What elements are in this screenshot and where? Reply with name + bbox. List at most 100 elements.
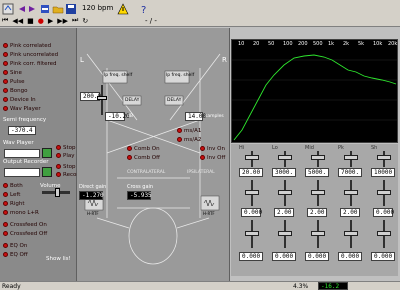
radio-pulse[interactable]: Pulse <box>3 79 24 85</box>
eq-band: Hi 20.00 0.000 0.000 <box>237 144 265 276</box>
radio-device-in[interactable]: Device In <box>3 97 36 103</box>
open-folder-icon[interactable] <box>52 3 64 15</box>
comb-off[interactable]: Comb Off <box>127 155 160 161</box>
led-icon <box>3 106 8 111</box>
eq-freq-slider-thumb[interactable] <box>311 155 325 160</box>
loop-toggle-icon[interactable]: ↻ <box>82 17 88 25</box>
end-icon[interactable]: ⏭ <box>72 16 78 25</box>
lp-freq-slider-thumb[interactable] <box>97 96 107 100</box>
crossfeed-on[interactable]: Crossfeed On <box>3 222 47 228</box>
wav-stop-button[interactable]: Stop <box>56 145 76 151</box>
eq-q-input[interactable]: 2.00 <box>274 208 294 217</box>
radio-bongo[interactable]: Bongo <box>3 88 27 94</box>
eq-freq-slider-thumb[interactable] <box>245 155 259 160</box>
eq-gain-input[interactable]: 0.000 <box>371 252 395 261</box>
eq-q-slider-thumb[interactable] <box>377 190 391 195</box>
ms-a[interactable]: ms/A1 <box>177 128 201 134</box>
eq-band: Sh 10000 0.000 0.000 <box>369 144 397 276</box>
show-button[interactable]: Show lis! <box>46 256 71 262</box>
inv-off[interactable]: Inv Off <box>200 155 225 161</box>
eq-q-input[interactable]: 2.00 <box>340 208 360 217</box>
led-icon <box>3 43 8 48</box>
forward-arrow-icon[interactable] <box>27 3 39 15</box>
eq-q-slider-thumb[interactable] <box>344 190 358 195</box>
toolbar: 120 bpm ? ⏮ ◀◀ ■ ● ▶ ▶▶ ⏭ ↻ - / - <box>0 0 400 27</box>
eq-freq-input[interactable]: 7000. <box>338 168 362 177</box>
eq-q-input[interactable]: 0.000 <box>241 208 262 217</box>
delay-samples-input[interactable]: 14.00 <box>185 112 206 121</box>
led-icon <box>3 222 8 227</box>
gain-input[interactable]: -10.20 <box>105 112 130 121</box>
browse-wav-icon[interactable] <box>42 148 52 158</box>
warning-icon[interactable] <box>117 3 129 15</box>
fast-forward-icon[interactable]: ▶▶ <box>57 17 68 25</box>
back-arrow-icon[interactable] <box>15 3 27 15</box>
eq-gain-slider-thumb[interactable] <box>278 231 292 236</box>
inv-on[interactable]: Inv On <box>200 146 225 152</box>
save-icon[interactable] <box>65 3 77 15</box>
db-label: dB <box>127 114 133 119</box>
radio-right[interactable]: Right <box>3 201 24 207</box>
hrtf-right-label: H-RTF <box>203 211 215 216</box>
crossfeed-off[interactable]: Crossfeed Off <box>3 231 47 237</box>
loop-icon[interactable] <box>2 3 14 15</box>
lp-freq-slider[interactable] <box>101 85 103 115</box>
radio-pink-uncorrelated[interactable]: Pink uncorrelated <box>3 52 58 58</box>
output-recorder-label: Output Recorder <box>3 159 49 165</box>
browse-record-icon[interactable] <box>42 167 52 177</box>
play-icon[interactable]: ▶ <box>48 17 53 25</box>
radio-pink-correlated[interactable]: Pink correlated <box>3 43 51 49</box>
radio-left[interactable]: Left <box>3 192 20 198</box>
eq-freq-slider-thumb[interactable] <box>278 155 292 160</box>
wav-play-button[interactable]: Play <box>56 153 74 159</box>
radio-sine[interactable]: Sine <box>3 70 22 76</box>
direct-gain-input[interactable]: -1.270 <box>79 191 104 200</box>
eq-on[interactable]: EQ On <box>3 243 27 249</box>
eq-gain-input[interactable]: 0.000 <box>305 252 329 261</box>
rewind-icon[interactable]: ⏮ <box>2 16 8 25</box>
eq-q-input[interactable]: 2.00 <box>307 208 327 217</box>
eq-gain-input[interactable]: 0.000 <box>338 252 362 261</box>
led-icon <box>3 183 8 188</box>
radio-wav-player[interactable]: Wav Player <box>3 106 41 112</box>
wav-file-field[interactable] <box>4 149 40 158</box>
eq-freq-slider-thumb[interactable] <box>377 155 391 160</box>
eq-gain-slider-thumb[interactable] <box>344 231 358 236</box>
eq-band: Pk 7000. 2.00 0.000 <box>336 144 364 276</box>
led-icon <box>3 192 8 197</box>
eq-q-slider-thumb[interactable] <box>311 190 325 195</box>
eq-off[interactable]: EQ Off <box>3 252 28 258</box>
radio-both[interactable]: Both <box>3 183 23 189</box>
eq-freq-input[interactable]: 3000. <box>272 168 296 177</box>
delay-left-label: DELAY <box>125 98 140 103</box>
radio-mono[interactable]: mono L+R <box>3 210 39 216</box>
eq-freq-input[interactable]: 5000. <box>305 168 329 177</box>
eq-q-slider-thumb[interactable] <box>278 190 292 195</box>
eq-gain-input[interactable]: 0.000 <box>239 252 263 261</box>
help-icon[interactable]: ? <box>138 3 150 15</box>
rec-stop-button[interactable]: Stop <box>56 164 76 170</box>
eq-gain-slider-thumb[interactable] <box>311 231 325 236</box>
lp-right-label: lp freq. shelf <box>166 73 195 78</box>
volume-slider-thumb[interactable] <box>55 188 60 197</box>
comb-on[interactable]: Comb On <box>127 146 160 152</box>
eq-freq-slider-thumb[interactable] <box>344 155 358 160</box>
eq-gain-slider-thumb[interactable] <box>377 231 391 236</box>
eq-q-slider-thumb[interactable] <box>245 190 259 195</box>
eq-gain-input[interactable]: 0.000 <box>272 252 296 261</box>
step-back-icon[interactable]: ◀◀ <box>12 17 23 25</box>
eq-gain-slider-thumb[interactable] <box>245 231 259 236</box>
led-icon <box>3 243 8 248</box>
cross-gain-input[interactable]: -5.935 <box>127 191 152 200</box>
new-file-icon[interactable] <box>39 3 51 15</box>
semitone-input[interactable]: -370.4 <box>8 126 36 135</box>
eq-freq-input[interactable]: 20.00 <box>239 168 263 177</box>
eq-band-label: Mid <box>305 145 314 151</box>
record-icon[interactable]: ● <box>38 17 44 25</box>
eq-freq-input[interactable]: 10000 <box>371 168 395 177</box>
stop-icon[interactable]: ■ <box>27 17 34 25</box>
record-file-field[interactable] <box>4 168 40 177</box>
ms-b[interactable]: ms/A2 <box>177 137 201 143</box>
radio-pink-filtered[interactable]: Pink corr. filtered <box>3 61 57 67</box>
eq-q-input[interactable]: 0.000 <box>373 208 394 217</box>
